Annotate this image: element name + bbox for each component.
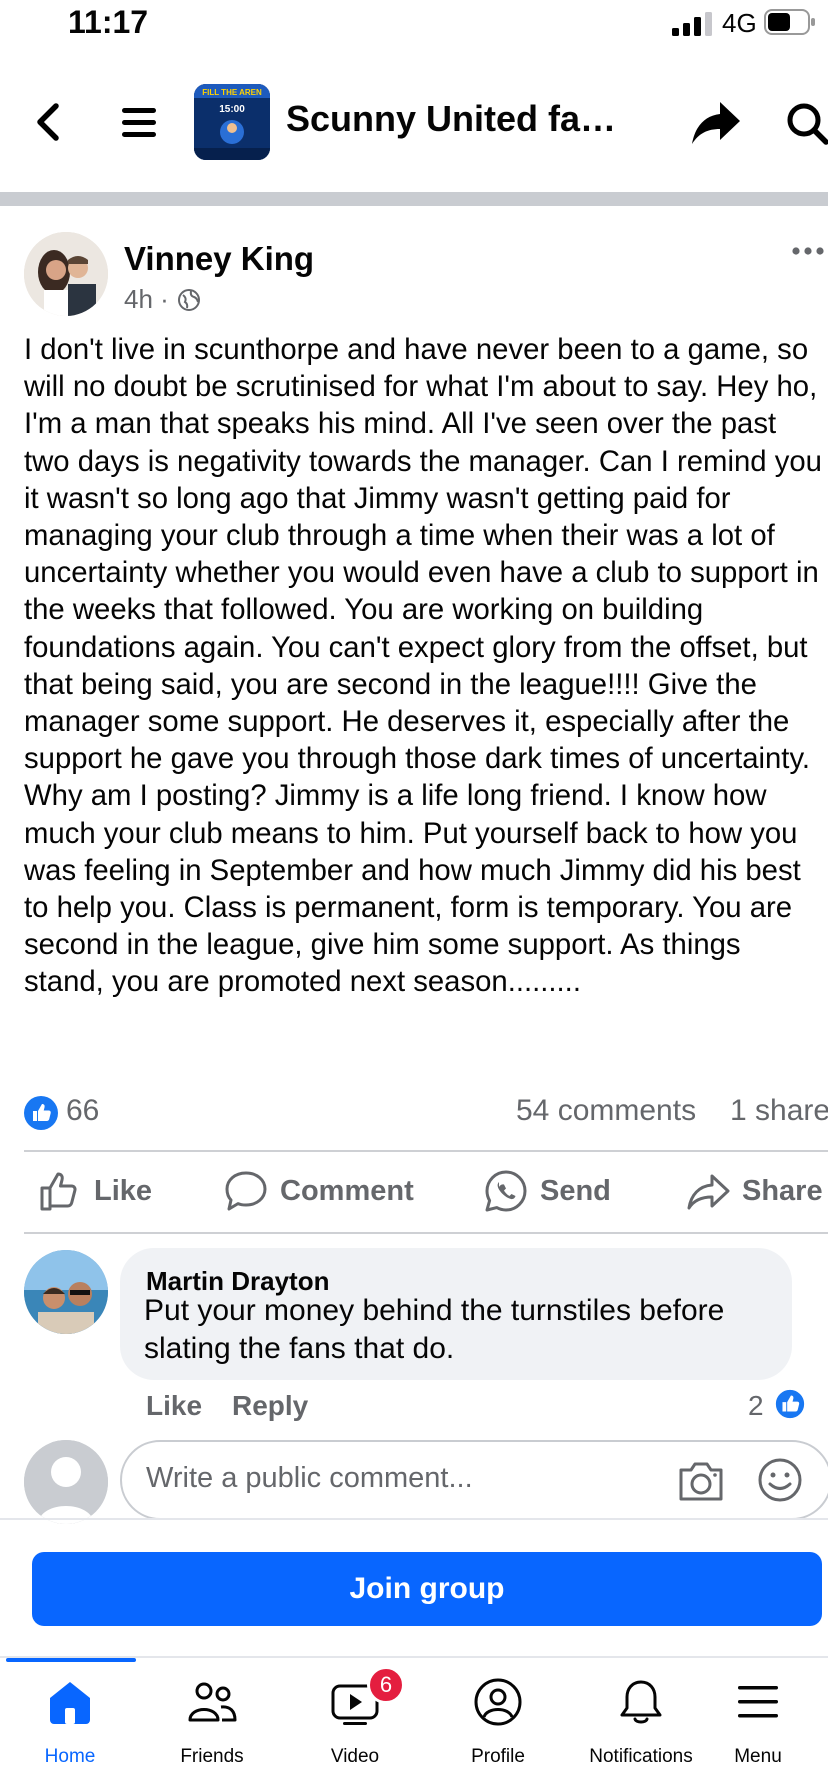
commenter-avatar[interactable] (24, 1250, 108, 1334)
group-header: FILL THE AREN 15:00 Scunny United fan... (0, 78, 828, 168)
tab-menu[interactable]: Menu (688, 1676, 828, 1776)
globe-icon (177, 288, 200, 311)
like-label: Like (94, 1174, 153, 1207)
tab-profile[interactable]: Profile (428, 1676, 568, 1776)
share-label: Share (742, 1174, 823, 1207)
section-separator (0, 192, 828, 206)
emoji-icon[interactable] (756, 1456, 804, 1504)
comment-input[interactable]: Write a public comment... (120, 1440, 828, 1520)
share-count[interactable]: 1 share (730, 1094, 828, 1128)
comment-like-reaction-icon (774, 1388, 806, 1420)
divider (24, 1150, 828, 1152)
menu-icon (738, 1686, 778, 1718)
share-arrow-icon[interactable] (690, 96, 742, 148)
camera-icon[interactable] (676, 1458, 726, 1504)
my-avatar (24, 1440, 108, 1524)
like-button[interactable]: Like (38, 1168, 152, 1214)
comment-like-button[interactable]: Like (146, 1390, 202, 1422)
tab-label: Home (44, 1746, 96, 1767)
divider (24, 1232, 828, 1234)
signal-icon (672, 12, 712, 36)
search-icon[interactable] (782, 96, 828, 148)
status-bar: 11:17 4G (0, 0, 828, 48)
post-time[interactable]: 4h · (124, 284, 169, 315)
comment-count[interactable]: 54 comments (516, 1094, 696, 1128)
tab-friends[interactable]: Friends (142, 1676, 282, 1776)
comment-placeholder: Write a public comment... (146, 1462, 473, 1494)
group-thumbnail[interactable]: FILL THE AREN 15:00 (194, 84, 270, 160)
send-button[interactable]: Send (484, 1168, 611, 1214)
status-time: 11:17 (68, 4, 149, 40)
tab-label: Video (330, 1746, 380, 1767)
post-author[interactable]: Vinney King (124, 240, 314, 278)
svg-text:FILL THE AREN: FILL THE AREN (202, 88, 262, 97)
reaction-count[interactable]: 66 (66, 1094, 99, 1128)
like-reaction-icon (24, 1096, 58, 1130)
comment-label: Comment (280, 1174, 414, 1207)
post-body: I don't live in scunthorpe and have neve… (24, 333, 822, 999)
join-group-button[interactable]: Join group (32, 1552, 822, 1626)
author-avatar[interactable] (24, 232, 108, 316)
tab-video[interactable]: 6 Video (285, 1666, 425, 1776)
tab-label: Menu (734, 1746, 782, 1767)
share-button[interactable]: Share (686, 1168, 823, 1214)
share-icon (687, 1174, 730, 1210)
comment-bubble: Martin Drayton Put your money behind the… (120, 1248, 792, 1380)
comment-like-count[interactable]: 2 (748, 1390, 764, 1422)
bell-icon (620, 1680, 662, 1724)
comment-text: Put your money behind the turnstiles bef… (144, 1294, 725, 1365)
hamburger-icon[interactable] (118, 100, 162, 144)
comment-bubble-icon (225, 1171, 267, 1211)
send-label: Send (540, 1174, 611, 1207)
svg-text:15:00: 15:00 (219, 104, 245, 115)
thumbs-up-icon (40, 1172, 77, 1211)
screen: 11:17 4G FILL THE AREN 15:00 Scunny Unit… (0, 0, 828, 1792)
group-name[interactable]: Scunny United fan... (286, 98, 626, 140)
active-tab-indicator (6, 1658, 136, 1662)
network-label: 4G (722, 8, 757, 38)
battery-icon (764, 9, 815, 35)
more-options-icon[interactable] (790, 236, 828, 266)
video-notification-badge: 6 (367, 1666, 405, 1704)
post-meta: 4h · (124, 284, 201, 315)
profile-icon (474, 1678, 522, 1726)
tab-home[interactable]: Home (0, 1676, 140, 1776)
comment-reply-button[interactable]: Reply (232, 1390, 308, 1422)
whatsapp-icon (485, 1170, 527, 1212)
friends-icon (188, 1682, 237, 1722)
comment-button[interactable]: Comment (224, 1168, 414, 1214)
tab-label: Profile (471, 1746, 525, 1767)
home-icon (50, 1682, 90, 1724)
bottom-sheet-border (0, 1518, 828, 1520)
back-icon[interactable] (28, 98, 72, 146)
tab-label: Friends (180, 1746, 244, 1767)
